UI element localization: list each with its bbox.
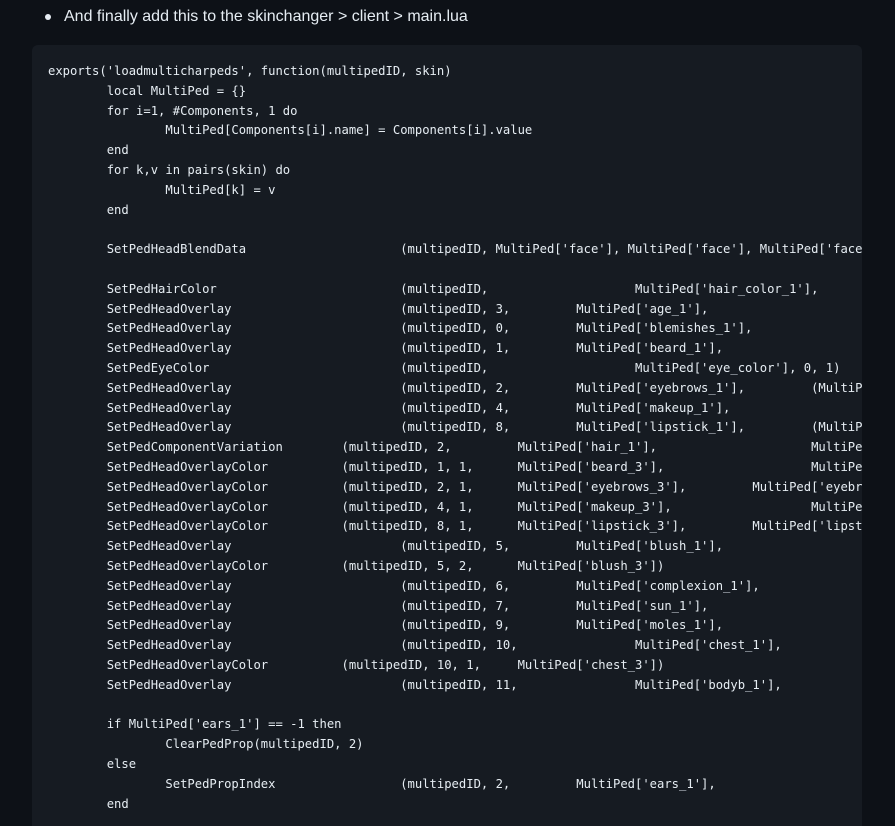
- code-line: SetPedHeadOverlay (multipedID, 5, MultiP…: [48, 539, 724, 554]
- code-line: local MultiPed = {}: [48, 83, 247, 98]
- code-line: MultiPed[k] = v: [48, 182, 276, 197]
- code-line: SetPedHeadOverlay (multipedID, 11, Multi…: [48, 677, 782, 692]
- code-line: for k,v in pairs(skin) do: [48, 163, 291, 177]
- code-line: else: [48, 757, 137, 771]
- code-line: SetPedHeadOverlay (multipedID, 3, MultiP…: [48, 301, 709, 316]
- code-line: SetPedHeadOverlay (multipedID, 8, MultiP…: [48, 420, 862, 435]
- instruction-text: And finally add this to the skinchanger …: [64, 8, 468, 25]
- code-line: SetPedEyeColor (multipedID, MultiPed['ey…: [48, 361, 841, 375]
- code-line: SetPedHeadOverlay (multipedID, 10, Multi…: [48, 638, 782, 653]
- code-line: SetPedHeadOverlay (multipedID, 6, MultiP…: [48, 578, 760, 593]
- code-line: end: [48, 202, 129, 217]
- code-line: SetPedHeadOverlayColor (multipedID, 4, 1…: [48, 499, 862, 514]
- code-block[interactable]: exports('loadmulticharpeds', function(mu…: [32, 45, 862, 826]
- code-line: SetPedComponentVariation (multipedID, 2,…: [48, 440, 862, 455]
- code-line: SetPedHeadOverlay (multipedID, 7, MultiP…: [48, 598, 709, 613]
- code-line: SetPedHeadOverlayColor (multipedID, 5, 2…: [48, 559, 665, 573]
- code-line: SetPedHairColor (multipedID, MultiPed['h…: [48, 281, 819, 296]
- code-line: MultiPed[Components[i].name] = Component…: [48, 123, 533, 138]
- code-line: end: [48, 796, 129, 811]
- code-line: SetPedHeadOverlayColor (multipedID, 2, 1…: [48, 479, 862, 494]
- code-line: ClearPedProp(multipedID, 2): [48, 737, 364, 752]
- code-line: SetPedHeadOverlayColor (multipedID, 1, 1…: [48, 460, 862, 474]
- instruction-bullet: And finally add this to the skinchanger …: [0, 0, 895, 36]
- code-line: SetPedHeadOverlay (multipedID, 2, MultiP…: [48, 380, 862, 395]
- code-line: SetPedPropIndex (multipedID, 2, MultiPed…: [48, 776, 716, 791]
- code-line: SetPedHeadOverlay (multipedID, 0, MultiP…: [48, 321, 753, 336]
- code-line: end: [48, 143, 129, 158]
- code-line: for i=1, #Components, 1 do: [48, 103, 298, 118]
- code-line: SetPedHeadOverlay (multipedID, 4, MultiP…: [48, 400, 731, 415]
- code-line: if MultiPed['ears_1'] == -1 then: [48, 717, 342, 732]
- bullet-dot-icon: [45, 14, 51, 20]
- code-line: SetPedHeadOverlayColor (multipedID, 8, 1…: [48, 519, 862, 534]
- code-line: SetPedHeadOverlay (multipedID, 9, MultiP…: [48, 618, 724, 633]
- code-line: exports('loadmulticharpeds', function(mu…: [48, 64, 452, 78]
- code-line: SetPedHeadBlendData (multipedID, MultiPe…: [48, 242, 862, 257]
- code-line: SetPedHeadOverlay (multipedID, 1, MultiP…: [48, 341, 724, 356]
- code-line: SetPedHeadOverlayColor (multipedID, 10, …: [48, 658, 665, 672]
